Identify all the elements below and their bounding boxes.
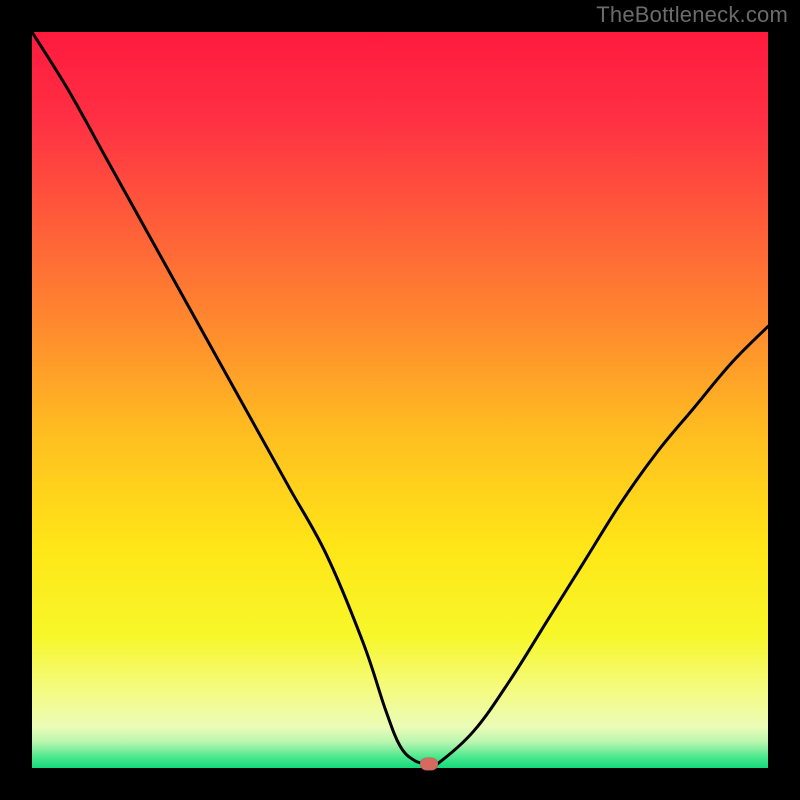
optimal-point-marker (420, 758, 438, 771)
gradient-fill (32, 32, 768, 768)
bottleneck-chart (32, 32, 768, 768)
attribution-text: TheBottleneck.com (596, 2, 788, 28)
chart-stage: TheBottleneck.com (0, 0, 800, 800)
plot-area (32, 32, 768, 768)
